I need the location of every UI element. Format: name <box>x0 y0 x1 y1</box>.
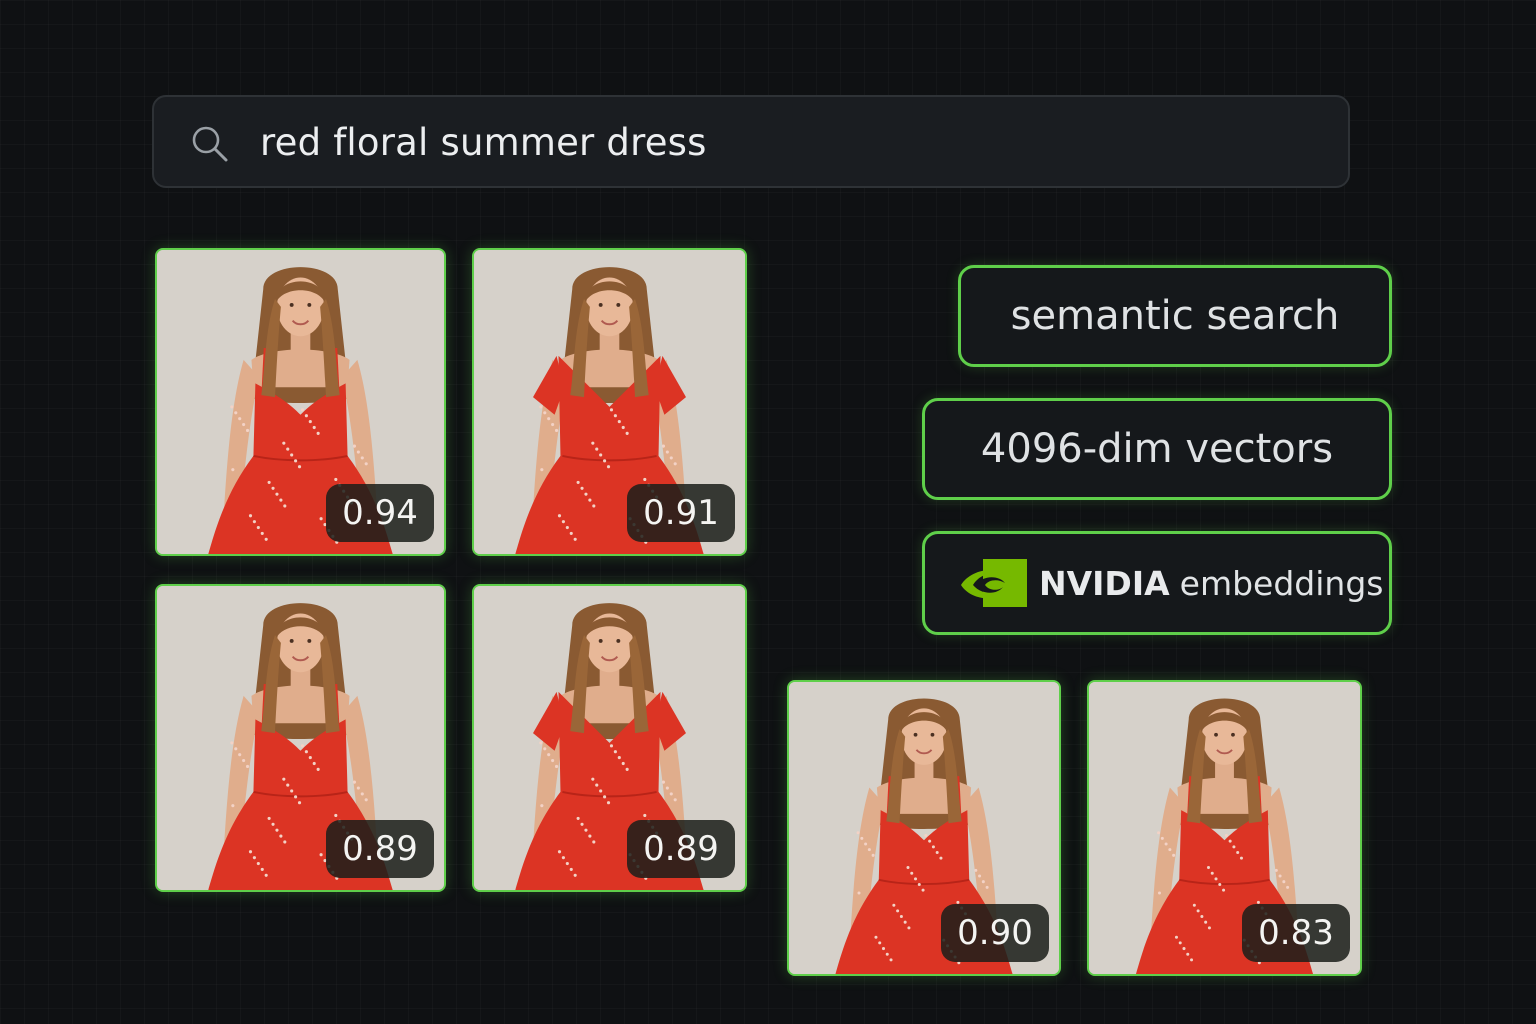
nvidia-logo-icon <box>961 559 1027 607</box>
semantic-search-tag: semantic search <box>958 265 1392 367</box>
result-card[interactable]: 0.94 <box>155 248 446 556</box>
result-card[interactable]: 0.83 <box>1087 680 1362 976</box>
vector-dimension-label: 4096-dim vectors <box>980 426 1334 472</box>
similarity-score-badge: 0.94 <box>326 484 434 542</box>
result-card[interactable]: 0.89 <box>155 584 446 892</box>
search-input[interactable] <box>260 117 1320 167</box>
similarity-score-badge: 0.89 <box>627 820 735 878</box>
search-icon[interactable] <box>190 124 230 164</box>
similarity-score-badge: 0.89 <box>326 820 434 878</box>
nvidia-brand-label: NVIDIA <box>1039 563 1170 603</box>
vector-dimension-tag: 4096-dim vectors <box>922 398 1392 500</box>
search-bar <box>152 95 1350 188</box>
similarity-score-badge: 0.90 <box>941 904 1049 962</box>
result-card[interactable]: 0.91 <box>472 248 747 556</box>
nvidia-embeddings-tag: NVIDIA embeddings <box>922 531 1392 635</box>
result-card[interactable]: 0.89 <box>472 584 747 892</box>
result-card[interactable]: 0.90 <box>787 680 1061 976</box>
embeddings-label: embeddings <box>1179 563 1384 603</box>
similarity-score-badge: 0.91 <box>627 484 735 542</box>
semantic-search-label: semantic search <box>1010 293 1340 339</box>
similarity-score-badge: 0.83 <box>1242 904 1350 962</box>
